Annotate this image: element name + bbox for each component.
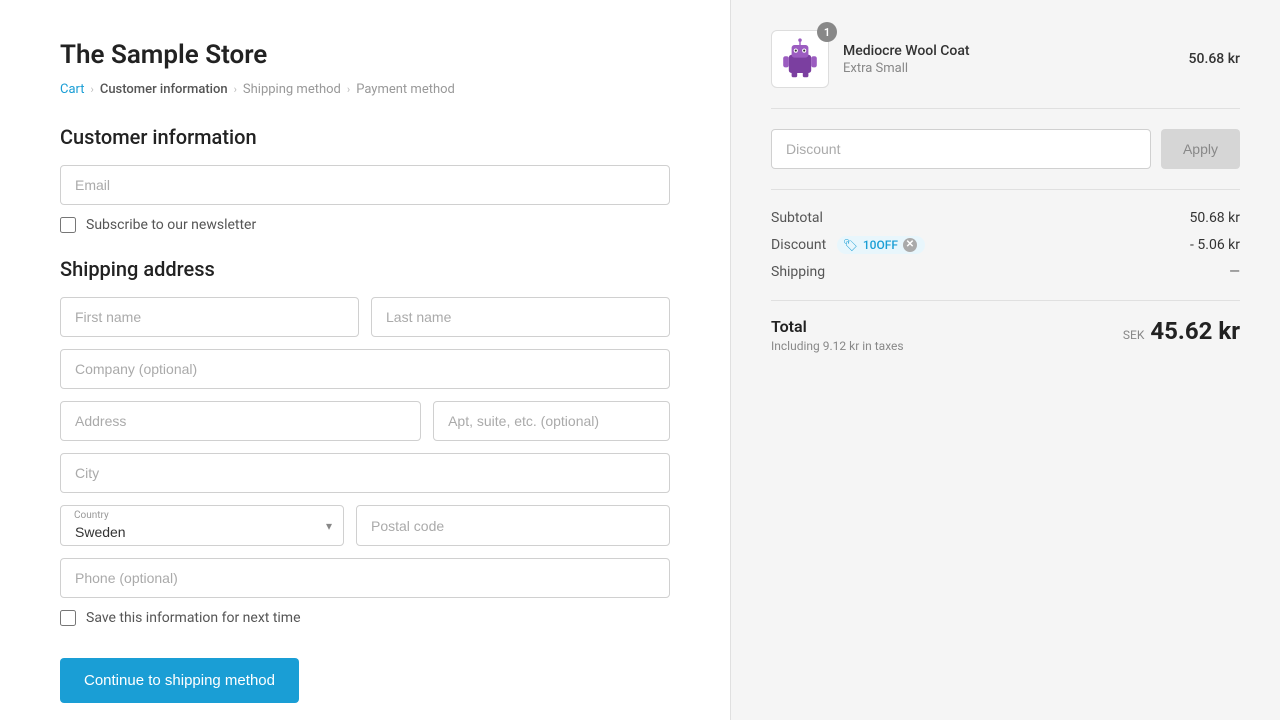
product-quantity-badge: 1	[817, 22, 837, 42]
discount-value: - 5.06 kr	[1190, 237, 1240, 253]
company-input[interactable]	[60, 349, 670, 389]
email-input[interactable]	[60, 165, 670, 205]
apt-input[interactable]	[433, 401, 670, 441]
product-variant: Extra Small	[843, 61, 1175, 76]
first-name-input[interactable]	[60, 297, 359, 337]
product-thumbnail	[779, 38, 821, 80]
address-input[interactable]	[60, 401, 421, 441]
product-name: Mediocre Wool Coat	[843, 43, 1175, 59]
newsletter-checkbox-row[interactable]: Subscribe to our newsletter	[60, 217, 670, 233]
discount-line: Discount 🏷 10OFF ✕ - 5.06 kr	[771, 236, 1240, 254]
shipping-label: Shipping	[771, 264, 825, 280]
subtotal-line: Subtotal 50.68 kr	[771, 210, 1240, 226]
discount-code: 10OFF	[863, 238, 898, 252]
product-image-wrapper: 1	[771, 30, 829, 88]
breadcrumb-sep-1: ›	[91, 83, 94, 96]
total-amount: 45.62 kr	[1150, 317, 1240, 345]
left-panel: The Sample Store Cart › Customer informa…	[0, 0, 730, 720]
summary-section: Subtotal 50.68 kr Discount 🏷 10OFF ✕ - 5…	[771, 210, 1240, 280]
country-select[interactable]: Sweden Norway Denmark Finland Germany Un…	[60, 505, 344, 546]
breadcrumb-shipping: Shipping method	[243, 82, 341, 97]
newsletter-checkbox[interactable]	[60, 217, 76, 233]
save-info-checkbox-row[interactable]: Save this information for next time	[60, 610, 670, 626]
store-title: The Sample Store	[60, 40, 670, 70]
save-info-checkbox[interactable]	[60, 610, 76, 626]
apply-button[interactable]: Apply	[1161, 129, 1240, 169]
tag-icon: 🏷	[843, 238, 858, 252]
last-name-input[interactable]	[371, 297, 670, 337]
breadcrumb-customer-info: Customer information	[100, 82, 228, 97]
subtotal-label: Subtotal	[771, 210, 823, 226]
city-input[interactable]	[60, 453, 670, 493]
right-panel: 1 Mediocre Wool Coat Extra Small 50.68 k…	[730, 0, 1280, 720]
total-tax-note: Including 9.12 kr in taxes	[771, 339, 904, 353]
continue-button[interactable]: Continue to shipping method	[60, 658, 299, 703]
product-info: Mediocre Wool Coat Extra Small	[843, 43, 1175, 76]
discount-remove-button[interactable]: ✕	[903, 238, 917, 252]
total-label-group: Total Including 9.12 kr in taxes	[771, 317, 904, 353]
shipping-value: —	[1229, 264, 1240, 280]
phone-input[interactable]	[60, 558, 670, 598]
country-select-wrapper: Country Sweden Norway Denmark Finland Ge…	[60, 505, 344, 546]
discount-label-group: Discount 🏷 10OFF ✕	[771, 236, 925, 254]
shipping-address-title: Shipping address	[60, 257, 670, 281]
total-amount-group: SEK 45.62 kr	[1123, 317, 1240, 345]
breadcrumb-payment: Payment method	[356, 82, 455, 97]
product-price: 50.68 kr	[1189, 51, 1240, 67]
customer-info-title: Customer information	[60, 125, 670, 149]
total-line: Total Including 9.12 kr in taxes SEK 45.…	[771, 300, 1240, 353]
save-info-label: Save this information for next time	[86, 610, 301, 626]
total-label: Total	[771, 317, 904, 336]
discount-tag: 🏷 10OFF ✕	[837, 236, 925, 254]
breadcrumb-cart[interactable]: Cart	[60, 82, 85, 97]
breadcrumb: Cart › Customer information › Shipping m…	[60, 82, 670, 97]
total-currency: SEK	[1123, 328, 1144, 342]
postal-code-input[interactable]	[356, 505, 670, 546]
shipping-line: Shipping —	[771, 264, 1240, 280]
subtotal-value: 50.68 kr	[1190, 210, 1240, 226]
breadcrumb-sep-2: ›	[234, 83, 237, 96]
discount-row: Apply	[771, 129, 1240, 190]
product-item: 1 Mediocre Wool Coat Extra Small 50.68 k…	[771, 30, 1240, 109]
newsletter-label: Subscribe to our newsletter	[86, 217, 256, 233]
discount-label-text: Discount	[771, 237, 826, 253]
discount-input[interactable]	[771, 129, 1151, 169]
breadcrumb-sep-3: ›	[347, 83, 350, 96]
